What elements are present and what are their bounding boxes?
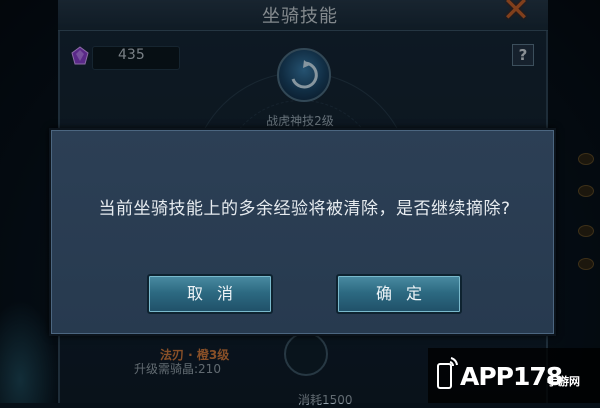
confirm-dialog: 当前坐骑技能上的多余经验将被清除，是否继续摘除? 取消 确定 xyxy=(49,128,556,336)
confirm-button[interactable]: 确定 xyxy=(336,274,462,314)
watermark-subtitle: 手游网 xyxy=(547,375,580,388)
dialog-message: 当前坐骑技能上的多余经验将被清除，是否继续摘除? xyxy=(98,199,511,219)
phone-signal-icon xyxy=(437,357,458,389)
cancel-button[interactable]: 取消 xyxy=(147,274,273,314)
